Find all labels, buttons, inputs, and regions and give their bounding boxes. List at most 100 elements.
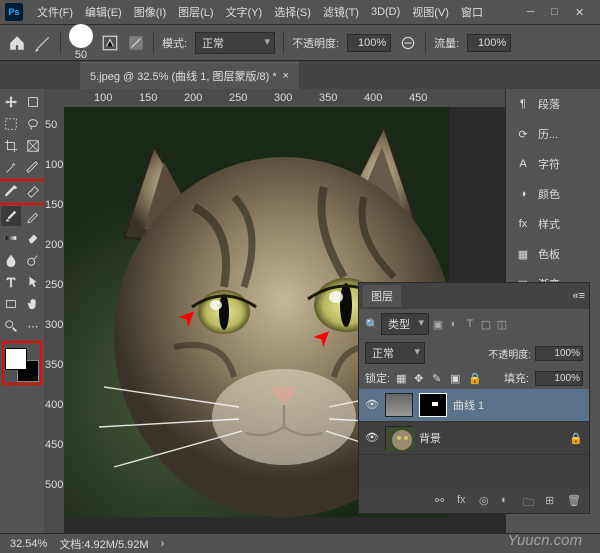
gradient-tool[interactable] (1, 228, 21, 248)
edit-toolbar[interactable]: ⋯ (23, 316, 43, 336)
layers-tab[interactable]: 图层 (363, 285, 401, 307)
trash-icon[interactable]: 🗑 (567, 494, 581, 508)
slice-tool[interactable] (23, 158, 43, 178)
layer-blend-select[interactable]: 正常 (365, 342, 425, 364)
search-icon[interactable]: 🔍 (365, 317, 379, 331)
menu-view[interactable]: 视图(V) (406, 1, 455, 23)
group-icon[interactable]: 🗀 (523, 494, 537, 508)
menu-file[interactable]: 文件(F) (31, 1, 79, 23)
brush-preview[interactable]: 50 (69, 24, 93, 61)
menu-window[interactable]: 窗口 (455, 1, 489, 23)
panel-paragraph[interactable]: ¶段落 (506, 89, 600, 119)
panel-swatches[interactable]: ▦色板 (506, 239, 600, 269)
magic-wand-tool[interactable] (1, 158, 21, 178)
brush-panel-icon[interactable] (101, 34, 119, 52)
panel-label: 样式 (538, 216, 560, 232)
blur-tool[interactable] (1, 250, 21, 270)
panel-color[interactable]: ◑颜色 (506, 179, 600, 209)
color-icon: ◑ (514, 185, 532, 203)
color-swatches[interactable] (5, 348, 39, 382)
layer-thumb[interactable] (385, 426, 413, 450)
ruler-tick: 150 (45, 199, 63, 211)
panel-menu-icon[interactable]: ≡ (579, 290, 585, 302)
layer-row[interactable]: 👁 曲线 1 (359, 389, 589, 422)
adjustment-layer-icon[interactable]: ◐ (501, 494, 515, 508)
ruler-tick: 200 (184, 92, 202, 104)
new-layer-icon[interactable]: ⊞ (545, 494, 559, 508)
zoom-tool[interactable] (1, 316, 21, 336)
zoom-level[interactable]: 32.54% (10, 538, 47, 550)
marquee-tool[interactable] (1, 114, 21, 134)
panel-styles[interactable]: fx样式 (506, 209, 600, 239)
layer-name[interactable]: 曲线 1 (453, 397, 484, 413)
filter-pixel-icon[interactable]: ▣ (431, 317, 445, 331)
layer-mask-thumb[interactable] (419, 393, 447, 417)
visibility-icon[interactable]: 👁 (365, 398, 379, 412)
layer-list: 👁 曲线 1 👁 背景 🔒 (359, 389, 589, 489)
panel-history[interactable]: ⟳历... (506, 119, 600, 149)
menu-select[interactable]: 选择(S) (268, 1, 317, 23)
eyedropper-tool[interactable] (1, 182, 21, 202)
document-tab[interactable]: 5.jpeg @ 32.5% (曲线 1, 图层蒙版/8) * × (80, 62, 299, 89)
menu-3d[interactable]: 3D(D) (365, 3, 406, 21)
rectangle-tool[interactable] (1, 294, 21, 314)
lock-position-icon[interactable]: ✥ (414, 372, 426, 384)
type-tool[interactable] (1, 272, 21, 292)
home-icon[interactable] (8, 34, 26, 52)
filter-smart-icon[interactable]: ◫ (495, 317, 509, 331)
hand-tool[interactable] (23, 294, 43, 314)
maximize-button[interactable]: □ (551, 6, 563, 18)
status-bar: 32.54% 文档:4.92M/5.92M › (0, 533, 600, 553)
close-button[interactable]: ✕ (575, 6, 587, 18)
lock-all-icon[interactable]: 🔒 (468, 372, 480, 384)
move-tool[interactable] (1, 92, 21, 112)
panel-character[interactable]: A字符 (506, 149, 600, 179)
menu-layer[interactable]: 图层(L) (172, 1, 219, 23)
layer-fill-input[interactable]: 100% (535, 371, 583, 386)
document-size[interactable]: 文档:4.92M/5.92M (59, 536, 148, 552)
menu-edit[interactable]: 编辑(E) (79, 1, 128, 23)
menu-type[interactable]: 文字(Y) (220, 1, 269, 23)
separator (153, 32, 154, 54)
chevron-right-icon[interactable]: › (161, 538, 165, 550)
adjustment-thumb[interactable] (385, 393, 413, 417)
minimize-button[interactable]: ─ (527, 6, 539, 18)
options-bar: 50 模式: 正常 不透明度: 100% 流量: 100% (0, 25, 600, 61)
menu-image[interactable]: 图像(I) (128, 1, 172, 23)
tool-preset-icon[interactable] (34, 34, 52, 52)
eraser-tool[interactable] (23, 228, 43, 248)
layer-name[interactable]: 背景 (419, 430, 441, 446)
ruler-tick: 450 (45, 439, 63, 451)
tablet-pressure-icon[interactable] (127, 34, 145, 52)
layer-fx-icon[interactable]: fx (457, 494, 471, 508)
layer-mask-icon[interactable]: ◎ (479, 494, 493, 508)
menu-filter[interactable]: 滤镜(T) (317, 1, 365, 23)
foreground-color[interactable] (5, 348, 27, 370)
layers-panel-header[interactable]: 图层 « ≡ (359, 283, 589, 309)
lock-brush-icon[interactable]: ✎ (432, 372, 444, 384)
close-tab-icon[interactable]: × (283, 70, 289, 82)
filter-shape-icon[interactable]: ▢ (479, 317, 493, 331)
crop-tool[interactable] (1, 136, 21, 156)
filter-adjust-icon[interactable]: ◐ (447, 317, 461, 331)
blend-mode-select[interactable]: 正常 (195, 32, 275, 54)
artboard-tool[interactable] (23, 92, 43, 112)
lock-artboard-icon[interactable]: ▣ (450, 372, 462, 384)
visibility-icon[interactable]: 👁 (365, 431, 379, 445)
frame-tool[interactable] (23, 136, 43, 156)
filter-type-icon[interactable]: T (463, 317, 477, 331)
pressure-opacity-icon[interactable] (399, 34, 417, 52)
pencil-tool[interactable] (23, 206, 43, 226)
layer-row[interactable]: 👁 背景 🔒 (359, 422, 589, 455)
lasso-tool[interactable] (23, 114, 43, 134)
lock-pixels-icon[interactable]: ▦ (396, 372, 408, 384)
path-select-tool[interactable] (23, 272, 43, 292)
link-layers-icon[interactable]: ⚯ (435, 494, 449, 508)
brush-tool[interactable] (1, 206, 21, 226)
filter-kind-select[interactable]: 类型 (381, 313, 429, 335)
flow-input[interactable]: 100% (467, 34, 511, 52)
ruler-tool[interactable] (23, 182, 43, 202)
dodge-tool[interactable] (23, 250, 43, 270)
opacity-input[interactable]: 100% (347, 34, 391, 52)
layer-opacity-input[interactable]: 100% (535, 346, 583, 361)
